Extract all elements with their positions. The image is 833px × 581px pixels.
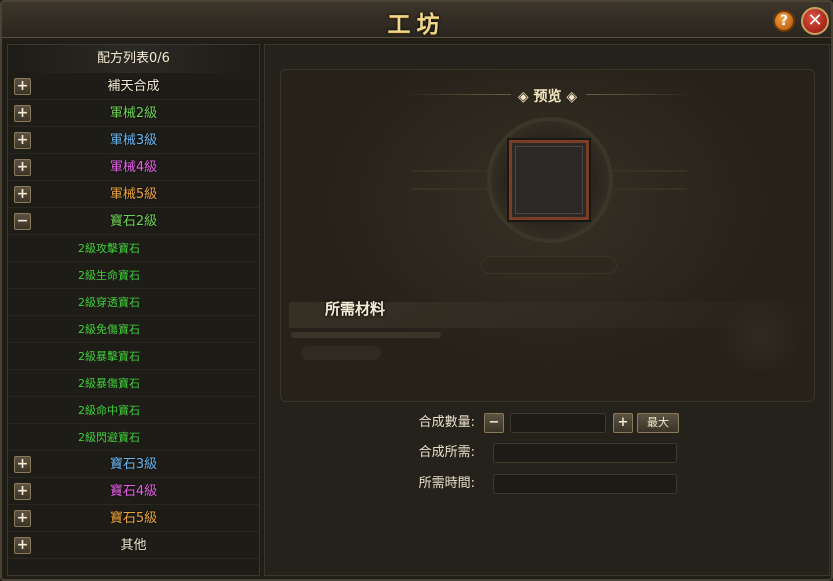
- recipe-category[interactable]: + 補天合成: [8, 73, 259, 100]
- recipe-item-label: 2級生命寶石: [78, 269, 140, 282]
- quantity-minus-button[interactable]: −: [484, 413, 504, 433]
- recipe-item-label: 2級免傷寶石: [78, 323, 140, 336]
- recipe-category[interactable]: + 寶石3級: [8, 451, 259, 478]
- help-button[interactable]: ?: [773, 10, 795, 32]
- window-title: 工坊: [387, 11, 446, 38]
- gem2-recipe-items: 2級攻擊寶石 2級生命寶石 2級穿透寶石 2級免傷寶石 2級暴擊寶石 2級暴傷寶石 2級命中…: [8, 235, 259, 451]
- recipe-category-label: 其他: [120, 538, 147, 553]
- recipe-item[interactable]: 2級暴傷寶石: [8, 370, 259, 397]
- recipe-item-label: 2級閃避寶石: [78, 431, 140, 444]
- recipe-item-label: 2級暴擊寶石: [78, 350, 140, 363]
- recipe-categories-bottom: + 寶石3級 + 寶石4級 + 寶石5級 + 其他: [8, 451, 259, 559]
- recipe-item[interactable]: 2級暴擊寶石: [8, 343, 259, 370]
- preview-stand: [481, 256, 617, 274]
- quantity-label: 合成數量:: [418, 415, 475, 430]
- recipe-list-panel: 配方列表0/6 + 補天合成 + 軍械2級 + 軍械3級 + 軍械4級 + 軍械5級 − 寶石2級 2…: [7, 44, 260, 576]
- recipe-categories-top: + 補天合成 + 軍械2級 + 軍械3級 + 軍械4級 + 軍械5級 − 寶石2級: [8, 73, 259, 235]
- recipe-category-label: 補天合成: [107, 79, 160, 94]
- recipe-category[interactable]: + 軍械5級: [8, 181, 259, 208]
- recipe-item-label: 2級暴傷寶石: [78, 377, 140, 390]
- recipe-item[interactable]: 2級生命寶石: [8, 262, 259, 289]
- materials-title: 所需材料: [325, 300, 386, 318]
- recipe-category[interactable]: + 寶石5級: [8, 505, 259, 532]
- recipe-item[interactable]: 2級穿透寶石: [8, 289, 259, 316]
- recipe-category-label: 寶石4級: [109, 484, 158, 499]
- recipe-item-label: 2級命中寶石: [78, 404, 140, 417]
- workshop-window: 工坊 ? ✕ 配方列表0/6 + 補天合成 + 軍械2級 + 軍械3級 + 軍械4級 + 軍械5級…: [0, 0, 833, 581]
- recipe-item[interactable]: 2級免傷寶石: [8, 316, 259, 343]
- cost-label: 合成所需:: [418, 445, 475, 460]
- time-label: 所需時間:: [418, 476, 475, 491]
- recipe-category[interactable]: + 軍械2級: [8, 100, 259, 127]
- recipe-category[interactable]: − 寶石2級: [8, 208, 259, 235]
- cost-value-box: [493, 443, 677, 463]
- max-quantity-button[interactable]: 最大: [637, 413, 679, 433]
- preview-title: ◈ 预览 ◈: [517, 89, 578, 105]
- cost-row: 合成所需:: [365, 442, 475, 464]
- cloud-ornament-left: [301, 346, 381, 360]
- recipe-category[interactable]: + 其他: [8, 532, 259, 559]
- recipe-category[interactable]: + 軍械4級: [8, 154, 259, 181]
- recipe-category-label: 軍械4級: [109, 160, 158, 175]
- quantity-row: 合成數量:: [365, 412, 475, 434]
- time-value-box: [493, 474, 677, 494]
- recipe-item-label: 2級穿透寶石: [78, 296, 140, 309]
- recipe-category[interactable]: + 寶石4級: [8, 478, 259, 505]
- recipe-category-label: 軍械5級: [109, 187, 158, 202]
- recipe-item-label: 2級攻擊寶石: [78, 242, 140, 255]
- recipe-category-label: 寶石3級: [109, 457, 158, 472]
- recipe-category-label: 軍械3級: [109, 133, 158, 148]
- recipe-item[interactable]: 2級命中寶石: [8, 397, 259, 424]
- recipe-category[interactable]: + 軍械3級: [8, 127, 259, 154]
- craft-panel: ◈ 预览 ◈ 所需材料 合成數量: − + 最大 合成所需: 所需時間:: [264, 44, 830, 576]
- recipe-category-label: 寶石5級: [109, 511, 158, 526]
- preview-area: ◈ 预览 ◈ 所需材料: [280, 69, 815, 402]
- quantity-plus-button[interactable]: +: [613, 413, 633, 433]
- recipe-category-label: 軍械2級: [109, 106, 158, 121]
- materials-underline: [291, 332, 441, 338]
- title-bar: 工坊 ? ✕: [2, 2, 831, 38]
- close-button[interactable]: ✕: [801, 7, 829, 35]
- recipe-item[interactable]: 2級攻擊寶石: [8, 235, 259, 262]
- time-row: 所需時間:: [365, 473, 475, 495]
- recipe-list-header: 配方列表0/6: [8, 45, 259, 73]
- recipe-category-label: 寶石2級: [109, 214, 158, 229]
- quantity-input[interactable]: [510, 413, 606, 433]
- preview-item-slot[interactable]: [507, 138, 591, 222]
- recipe-item[interactable]: 2級閃避寶石: [8, 424, 259, 451]
